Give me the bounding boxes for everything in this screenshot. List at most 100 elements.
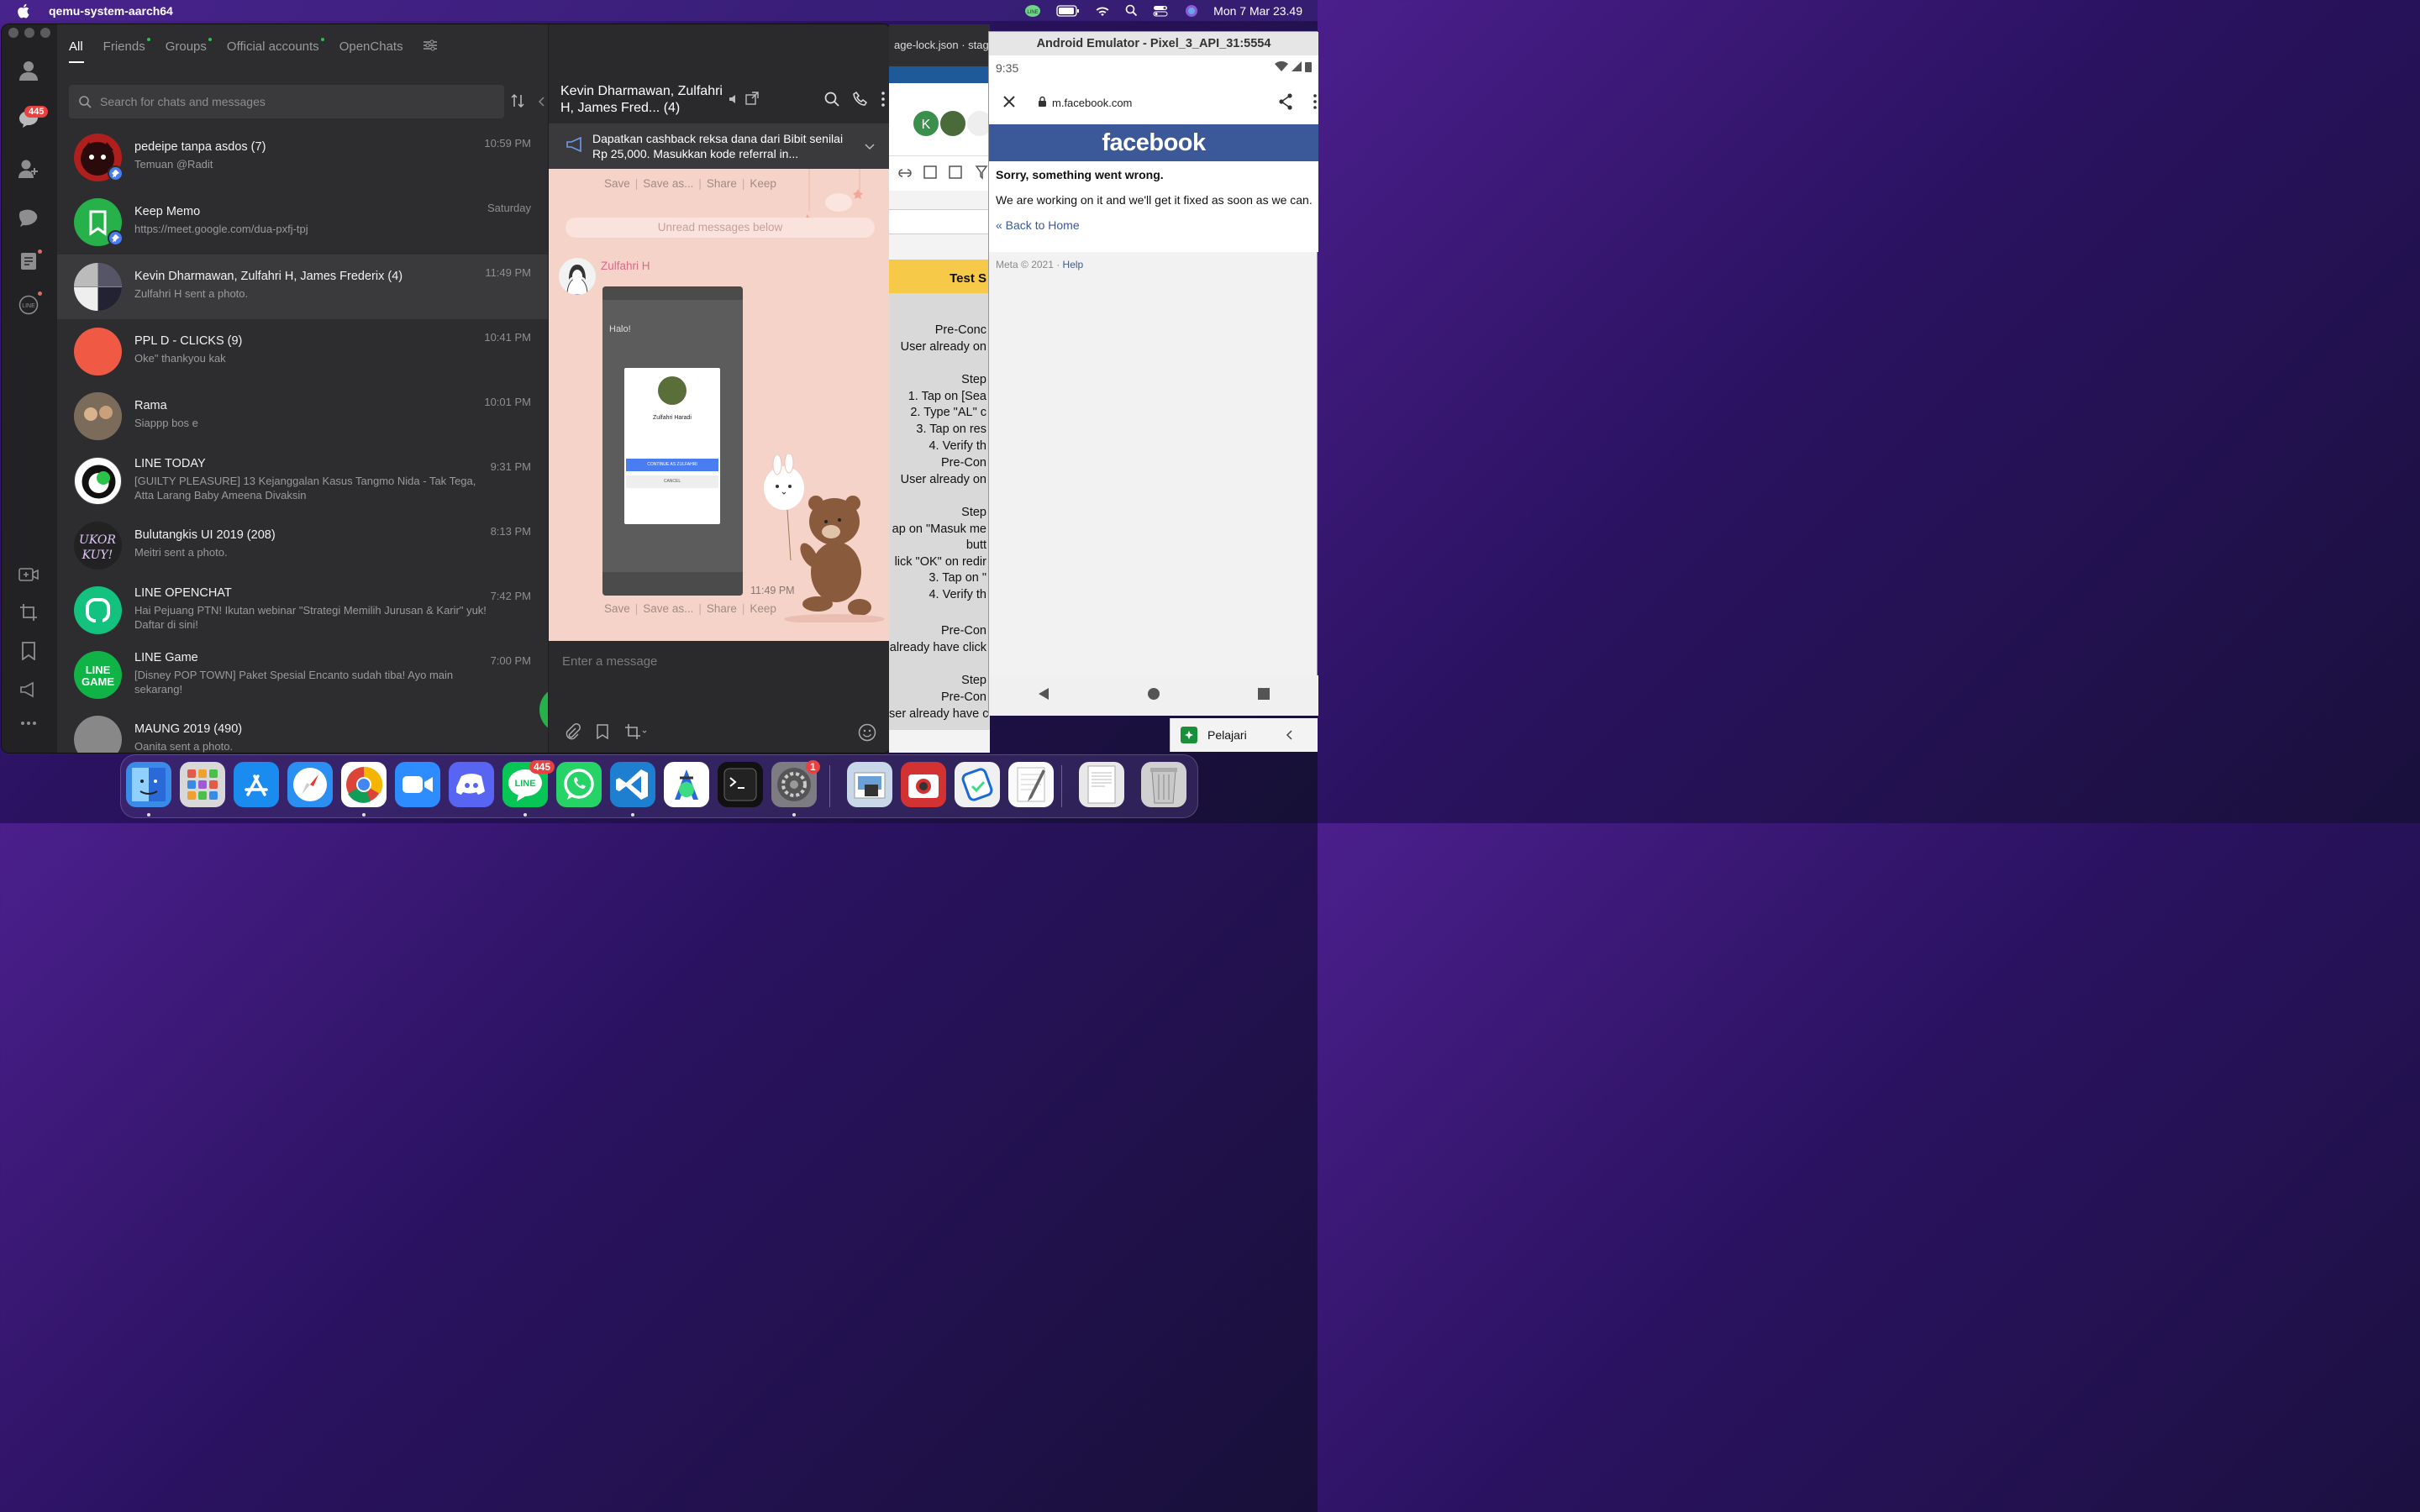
collaborator-avatars[interactable]: K <box>911 108 990 142</box>
tab-openchats[interactable]: OpenChats <box>339 39 403 63</box>
voom-icon[interactable] <box>17 206 40 229</box>
chat-list-item[interactable]: LINE TODAY [GUILTY PLEASURE] 13 Kejanggal… <box>57 449 548 513</box>
save-as-action[interactable]: Save as... <box>643 177 693 190</box>
filter-settings-icon[interactable] <box>423 39 437 63</box>
conversation-menu-icon[interactable] <box>881 92 885 111</box>
dock-app-launchpad[interactable] <box>180 762 225 807</box>
announcement-banner[interactable]: Dapatkan cashback reksa dana dari Bibit … <box>549 123 891 169</box>
conversation-title[interactable]: Kevin Dharmawan, Zulfahri H, James Fred.… <box>560 83 737 117</box>
browser-tab-title[interactable]: age-lock.json · stag <box>889 24 990 66</box>
emulator-title: Android Emulator - Pixel_3_API_31:5554 <box>989 32 1318 55</box>
recents-nav-icon[interactable] <box>1258 687 1270 704</box>
line-status-icon[interactable]: LINE <box>1024 3 1041 18</box>
chat-list-item[interactable]: LINE GAME LINE Game [Disney POP TOWN] Paket… <box>57 643 548 707</box>
url-text[interactable]: m.facebook.com <box>1052 97 1132 109</box>
share-action[interactable]: Share <box>707 177 737 190</box>
keep-bookmark-icon[interactable] <box>17 639 40 663</box>
chat-list-item[interactable]: MAUNG 2019 (490) Oanita sent a photo. <box>57 707 548 753</box>
notes-icon[interactable] <box>17 249 40 273</box>
conversation-search-icon[interactable] <box>824 92 839 111</box>
dock-app-chrome[interactable] <box>341 762 387 807</box>
battery-icon[interactable] <box>1056 4 1080 17</box>
screenshot-icon[interactable] <box>624 723 648 744</box>
dock-app-android-studio[interactable] <box>664 762 709 807</box>
dock-app-xcode-helper[interactable] <box>955 762 1000 807</box>
control-center-icon[interactable] <box>1153 5 1170 17</box>
dock-app-discord[interactable] <box>449 762 494 807</box>
save-action[interactable]: Save <box>604 177 630 190</box>
sender-avatar[interactable] <box>559 258 596 295</box>
popout-icon[interactable] <box>745 92 759 109</box>
android-status-icons <box>1275 61 1312 72</box>
sender-name[interactable]: Zulfahri H <box>601 260 650 272</box>
screenshot-crop-icon[interactable] <box>17 601 40 624</box>
dock-app-finder[interactable] <box>126 762 171 807</box>
dock-app-preview[interactable] <box>847 762 892 807</box>
sort-icon[interactable] <box>511 93 524 113</box>
chat-list-item[interactable]: pedeipe tanpa asdos (7) Temuan @Radit 10:5… <box>57 125 548 190</box>
help-link[interactable]: Help <box>1063 259 1084 270</box>
tab-friends[interactable]: Friends <box>103 38 150 63</box>
message-input[interactable]: Enter a message <box>562 654 657 669</box>
add-friend-icon[interactable] <box>17 157 40 181</box>
dock-app-textedit[interactable] <box>1008 762 1054 807</box>
keep-action[interactable]: Keep <box>750 177 776 190</box>
chat-list-item[interactable]: UKOR KUY! Bulutangkis UI 2019 (208) Meitri … <box>57 513 548 578</box>
save-as-action[interactable]: Save as... <box>643 602 693 615</box>
chat-list-item[interactable]: PPL D - CLICKS (9) Oke" thankyou kak 10:41… <box>57 319 548 384</box>
minimize-window-button[interactable] <box>24 28 34 38</box>
chat-list-item[interactable]: Rama Siappp bos e 10:01 PM <box>57 384 548 449</box>
save-action[interactable]: Save <box>604 602 630 615</box>
browser-toolbar-strip <box>889 66 990 83</box>
tab-groups[interactable]: Groups <box>166 38 212 63</box>
dock-app-zoom[interactable] <box>395 762 440 807</box>
chat-list-item[interactable]: LINE OPENCHAT Hai Pejuang PTN! Ikutan web… <box>57 578 548 643</box>
pelajari-button[interactable]: Pelajari <box>1170 718 1260 752</box>
keep-icon[interactable] <box>596 724 609 743</box>
apple-icon[interactable] <box>17 3 32 18</box>
dock-app-safari[interactable] <box>287 762 333 807</box>
chat-list-item[interactable]: Keep Memo https://meet.google.com/dua-pxf… <box>57 190 548 255</box>
facebook-logo[interactable]: facebook <box>989 124 1318 161</box>
announcement-icon[interactable] <box>17 678 40 701</box>
wifi-icon[interactable] <box>1095 5 1110 17</box>
sheet-collapse-button[interactable] <box>1260 718 1318 752</box>
menu-clock[interactable]: Mon 7 Mar 23.49 <box>1213 4 1302 18</box>
dock-app-terminal[interactable] <box>718 762 763 807</box>
back-nav-icon[interactable] <box>1038 687 1050 705</box>
siri-icon[interactable] <box>1185 4 1198 18</box>
back-to-home-link[interactable]: « Back to Home <box>996 218 1312 232</box>
dock-app-trash[interactable] <box>1141 762 1186 807</box>
dock-app-whatsapp[interactable] <box>556 762 602 807</box>
mute-icon[interactable] <box>729 93 740 109</box>
shared-photo[interactable]: Halo! Zulfahri Haradi CONTINUE AS ZULFAH… <box>602 286 743 596</box>
dock-app-vs-code[interactable] <box>610 762 655 807</box>
emoji-icon[interactable] <box>858 723 876 746</box>
chat-search-box[interactable]: Search for chats and messages <box>69 85 504 118</box>
video-call-icon[interactable] <box>17 563 40 586</box>
more-icon[interactable] <box>17 711 40 735</box>
tab-all[interactable]: All <box>69 39 84 63</box>
message-input-area[interactable]: Enter a message <box>549 641 891 753</box>
close-tab-icon[interactable] <box>1002 95 1016 111</box>
call-icon[interactable] <box>853 91 868 111</box>
collapse-panel-icon[interactable] <box>534 92 548 112</box>
attach-file-icon[interactable] <box>564 723 581 744</box>
line-services-icon[interactable]: LINE <box>17 293 40 317</box>
friends-profile-icon[interactable] <box>17 59 40 82</box>
keep-action[interactable]: Keep <box>750 602 776 615</box>
share-action[interactable]: Share <box>707 602 737 615</box>
active-app-name[interactable]: qemu-system-aarch64 <box>49 4 173 18</box>
tab-official-accounts[interactable]: Official accounts <box>227 38 324 63</box>
overflow-menu-icon[interactable] <box>1313 93 1318 112</box>
dock-app-document[interactable] <box>1079 762 1124 807</box>
chat-list-item[interactable]: Kevin Dharmawan, Zulfahri H, James Frede… <box>57 255 548 319</box>
dock-app-photo-booth[interactable] <box>901 762 946 807</box>
expand-chevron-icon[interactable] <box>865 139 875 154</box>
zoom-window-button[interactable] <box>40 28 50 38</box>
share-icon[interactable] <box>1278 92 1293 113</box>
spotlight-search-icon[interactable] <box>1125 4 1138 17</box>
home-nav-icon[interactable] <box>1147 687 1160 705</box>
close-window-button[interactable] <box>8 28 18 38</box>
dock-app-app-store[interactable] <box>234 762 279 807</box>
